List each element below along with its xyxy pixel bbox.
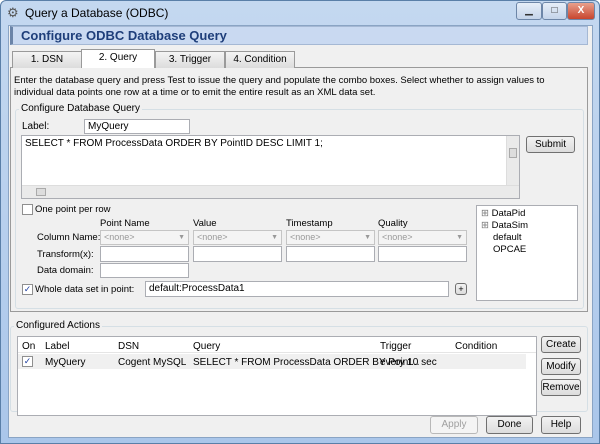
one-point-per-row-checkbox[interactable] (22, 204, 33, 215)
close-button[interactable]: X (567, 2, 595, 20)
header-condition[interactable]: Condition (455, 340, 497, 353)
row-dsn: Cogent MySQL (118, 357, 187, 368)
actions-group-title: Configured Actions (14, 320, 102, 331)
window-title: Query a Database (ODBC) (25, 6, 169, 20)
maximize-button[interactable]: □ (542, 2, 567, 20)
point-tree[interactable]: ⊞ DataPid ⊞ DataSim default OPCAE (476, 205, 578, 301)
actions-table: On Label DSN Query Trigger Condition ✓ M… (17, 336, 537, 416)
row-label: MyQuery (45, 357, 86, 368)
apply-button[interactable]: Apply (430, 416, 478, 434)
submit-button[interactable]: Submit (526, 136, 575, 153)
column-name-label: Column Name: (37, 232, 101, 243)
col-header-value: Value (193, 218, 217, 229)
label-caption: Label: (22, 121, 50, 132)
value-combo[interactable]: <none> ▼ (193, 230, 282, 245)
browse-point-button[interactable]: + (455, 283, 467, 295)
expand-icon[interactable]: ⊞ (481, 220, 489, 231)
header-on[interactable]: On (22, 340, 35, 353)
table-header: On Label DSN Query Trigger Condition (18, 337, 536, 353)
done-button[interactable]: Done (486, 416, 533, 434)
transform-label: Transform(x): (37, 249, 94, 260)
row-trigger: every 10 sec (380, 357, 437, 368)
tree-item-opcae[interactable]: OPCAE (481, 244, 573, 256)
tree-item-datapid[interactable]: ⊞ DataPid (481, 208, 573, 220)
one-point-per-row-label: One point per row (35, 204, 111, 215)
chevron-down-icon: ▼ (364, 234, 371, 241)
header-query[interactable]: Query (193, 340, 220, 353)
header-dsn[interactable]: DSN (118, 340, 139, 353)
col-header-point-name: Point Name (100, 218, 150, 229)
header-label[interactable]: Label (45, 340, 69, 353)
chevron-down-icon: ▼ (178, 234, 185, 241)
header-trigger[interactable]: Trigger (380, 340, 411, 353)
label-input[interactable]: MyQuery (84, 119, 190, 134)
chevron-down-icon: ▼ (271, 234, 278, 241)
point-name-combo[interactable]: <none> ▼ (100, 230, 189, 245)
create-button[interactable]: Create (541, 336, 581, 353)
tree-item-default[interactable]: default (481, 232, 573, 244)
whole-data-set-input[interactable]: default:ProcessData1 (145, 281, 449, 297)
col-header-quality: Quality (378, 218, 408, 229)
data-domain-input[interactable] (100, 263, 189, 278)
data-domain-label: Data domain: (37, 265, 94, 276)
timestamp-combo[interactable]: <none> ▼ (286, 230, 375, 245)
query-textarea[interactable]: SELECT * FROM ProcessData ORDER BY Point… (21, 135, 520, 199)
horizontal-scrollbar[interactable] (22, 185, 519, 198)
vertical-scrollbar[interactable] (506, 136, 519, 186)
whole-data-set-label: Whole data set in point: (35, 284, 135, 295)
query-text: SELECT * FROM ProcessData ORDER BY Point… (25, 138, 323, 149)
transform-value-input[interactable] (193, 246, 282, 262)
transform-timestamp-input[interactable] (286, 246, 375, 262)
whole-data-set-checkbox[interactable]: ✓ (22, 284, 33, 295)
row-on-checkbox[interactable]: ✓ (22, 356, 33, 367)
table-row[interactable]: ✓ MyQuery Cogent MySQL SELECT * FROM Pro… (18, 354, 526, 369)
transform-point-name-input[interactable] (100, 246, 189, 262)
help-button[interactable]: Help (541, 416, 581, 434)
tab-condition[interactable]: 4. Condition (225, 51, 295, 68)
query-group-title: Configure Database Query (19, 103, 142, 114)
page-title: Configure ODBC Database Query (10, 26, 588, 45)
modify-button[interactable]: Modify (541, 358, 581, 375)
chevron-down-icon: ▼ (456, 234, 463, 241)
tab-query[interactable]: 2. Query (81, 49, 155, 68)
transform-quality-input[interactable] (378, 246, 467, 262)
instructions-text: Enter the database query and press Test … (14, 75, 545, 98)
minimize-button[interactable]: ▁ (516, 2, 542, 20)
remove-button[interactable]: Remove (541, 379, 581, 396)
tab-dsn[interactable]: 1. DSN (12, 51, 82, 68)
gear-icon: ⚙ (7, 5, 19, 20)
tab-trigger[interactable]: 3. Trigger (155, 51, 225, 68)
tree-item-datasim[interactable]: ⊞ DataSim (481, 220, 573, 232)
expand-icon[interactable]: ⊞ (481, 208, 489, 219)
quality-combo[interactable]: <none> ▼ (378, 230, 467, 245)
col-header-timestamp: Timestamp (286, 218, 333, 229)
